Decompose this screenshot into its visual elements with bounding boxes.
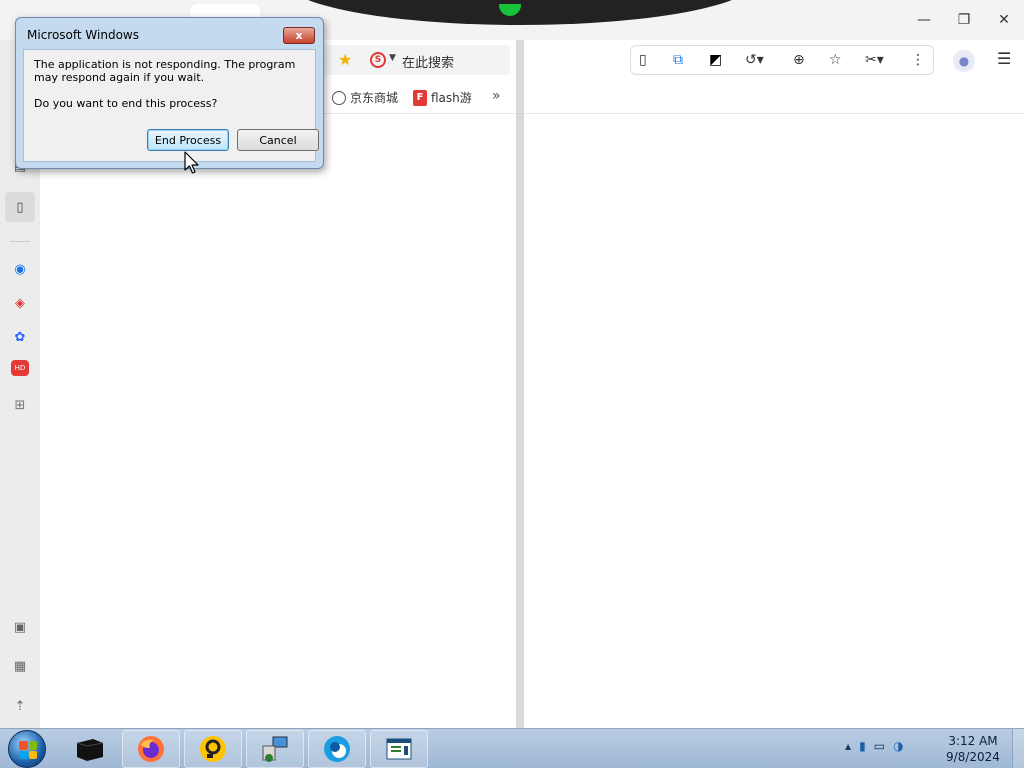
sidebar-video-icon[interactable]: HD	[11, 360, 29, 376]
clock-date: 9/8/2024	[946, 750, 1000, 764]
firefox-icon	[138, 736, 164, 762]
dialog-question: Do you want to end this process?	[34, 97, 218, 110]
sidebar-add-icon[interactable]: ⊞	[9, 394, 31, 416]
taskbar-app-firefox[interactable]	[122, 730, 180, 768]
close-window-button[interactable]: ✕	[989, 8, 1019, 32]
flash-game-icon: F	[413, 89, 427, 106]
profile-avatar[interactable]: ●	[953, 50, 975, 72]
taskbar-app-remote[interactable]	[184, 730, 242, 768]
sidebar-toolbox-icon[interactable]: ▦	[9, 655, 31, 677]
bookmark-label: flash游	[431, 91, 472, 105]
history-icon[interactable]: ↺▾	[745, 52, 764, 68]
clock-time: 3:12 AM	[948, 734, 998, 748]
bookmark-item[interactable]: 京东商城	[332, 89, 398, 106]
bookmarks-overflow-button[interactable]: »	[492, 88, 501, 104]
search-engine-icon[interactable]: S	[370, 52, 386, 68]
tray-network-icon[interactable]: ◑	[893, 739, 903, 753]
globe-icon	[332, 90, 346, 105]
toolbar-extension-group: ▯ ⧉ ◩ ↺▾ ⊕ ☆ ✂▾ ⋮	[630, 45, 934, 75]
left-content-pane	[40, 114, 516, 728]
system-tray: ▲ ▮ ▭ ◑	[845, 739, 904, 753]
network-computer-icon	[262, 736, 288, 762]
sidebar-phone-icon[interactable]: ▯	[5, 192, 35, 222]
sidebar-search-app-icon[interactable]: ◉	[9, 258, 31, 280]
taskbar-app-edge[interactable]	[308, 730, 366, 768]
right-content-pane	[524, 114, 1024, 728]
more-vertical-icon[interactable]: ⋮	[911, 52, 925, 68]
camera-notch	[285, 0, 755, 25]
restore-icon: ❐	[957, 12, 971, 28]
camera-indicator-icon	[499, 4, 521, 16]
not-responding-dialog: Microsoft Windows x The application is n…	[15, 17, 324, 169]
dialog-body: The application is not responding. The p…	[23, 49, 319, 162]
sidebar-paw-icon[interactable]: ✿	[9, 326, 31, 348]
end-process-button[interactable]: End Process	[147, 129, 229, 151]
sidebar-divider	[10, 241, 30, 242]
taskbar-app-network[interactable]	[246, 730, 304, 768]
cancel-button[interactable]: Cancel	[237, 129, 319, 151]
dialog-message: The application is not responding. The p…	[34, 58, 296, 84]
sidebar-pin-icon[interactable]: ⇡	[9, 695, 31, 717]
user-icon: ●	[958, 54, 970, 68]
tray-monitor-icon[interactable]: ▭	[874, 739, 885, 753]
bookmark-item[interactable]: F flash游	[413, 89, 472, 106]
download-icon[interactable]: ⊕	[793, 52, 805, 68]
edge-browser-icon	[324, 736, 350, 762]
minimize-button[interactable]: —	[909, 8, 939, 32]
black-box-icon	[76, 739, 104, 761]
hamburger-menu-icon[interactable]: ☰	[997, 49, 1011, 68]
bookmarks-bar-right	[524, 80, 1024, 114]
close-icon: x	[295, 29, 303, 42]
favorites-icon[interactable]: ☆	[829, 52, 842, 68]
bookmark-label: 京东商城	[350, 91, 399, 105]
sidebar-folder-icon[interactable]: ▣	[9, 616, 31, 638]
chevron-down-icon[interactable]: ▼	[389, 53, 396, 63]
taskbar-app-black-box[interactable]	[60, 730, 118, 768]
windows-taskbar: ▲ ▮ ▭ ◑ 3:12 AM 9/8/2024	[0, 728, 1024, 768]
tray-overflow-arrow-icon[interactable]: ▲	[845, 742, 851, 751]
screenshot-icon[interactable]: ✂▾	[865, 52, 884, 68]
sidebar-penguin-icon[interactable]: ◈	[9, 292, 31, 314]
minimize-icon: —	[917, 12, 931, 28]
phone-icon[interactable]: ▯	[639, 52, 647, 68]
bookmark-star-icon[interactable]: ★	[338, 50, 352, 69]
dialog-title: Microsoft Windows	[27, 28, 139, 42]
split-view-divider[interactable]	[516, 40, 524, 728]
dialog-close-button[interactable]: x	[283, 27, 315, 44]
translate-icon[interactable]: ⧉	[673, 52, 683, 68]
windows-logo-icon	[19, 741, 37, 759]
remote-app-icon	[200, 736, 226, 762]
show-desktop-button[interactable]	[1012, 729, 1024, 768]
restore-button[interactable]: ❐	[949, 8, 979, 32]
tray-device-icon[interactable]: ▮	[859, 739, 866, 753]
close-icon: ✕	[998, 12, 1010, 28]
trend-icon[interactable]: ◩	[709, 52, 722, 68]
taskbar-app-document[interactable]	[370, 730, 428, 768]
mouse-cursor-icon	[184, 151, 199, 174]
document-window-icon	[386, 738, 412, 760]
taskbar-clock[interactable]: 3:12 AM 9/8/2024	[940, 733, 1006, 765]
search-engine-label[interactable]: 在此搜索	[402, 52, 454, 71]
start-button[interactable]	[8, 730, 46, 768]
